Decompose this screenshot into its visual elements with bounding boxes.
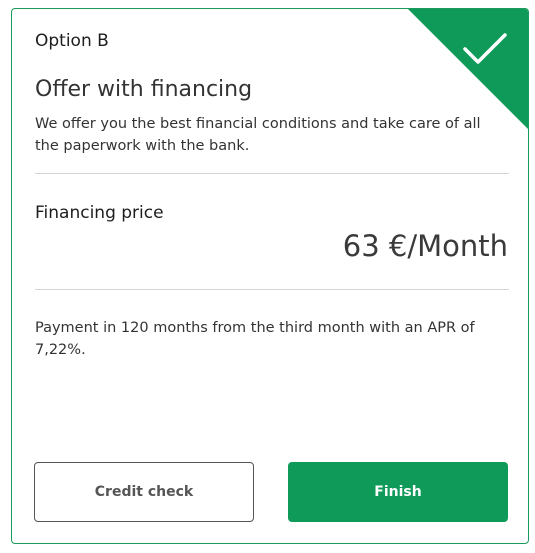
- financing-price-value: 63 €/Month: [342, 229, 508, 263]
- credit-check-button[interactable]: Credit check: [34, 462, 254, 522]
- divider: [35, 289, 509, 290]
- financing-price-label: Financing price: [35, 203, 164, 223]
- payment-note: Payment in 120 months from the third mon…: [35, 320, 475, 358]
- checkmark-icon: [463, 33, 507, 64]
- offer-description: We offer you the best financial conditio…: [35, 116, 481, 154]
- selected-corner-badge: [408, 9, 528, 129]
- divider: [35, 173, 509, 174]
- offer-card[interactable]: Option B Offer with financing We offer y…: [11, 8, 529, 544]
- offer-title: Offer with financing: [35, 77, 253, 102]
- finish-button[interactable]: Finish: [288, 462, 508, 522]
- option-label: Option B: [35, 31, 109, 51]
